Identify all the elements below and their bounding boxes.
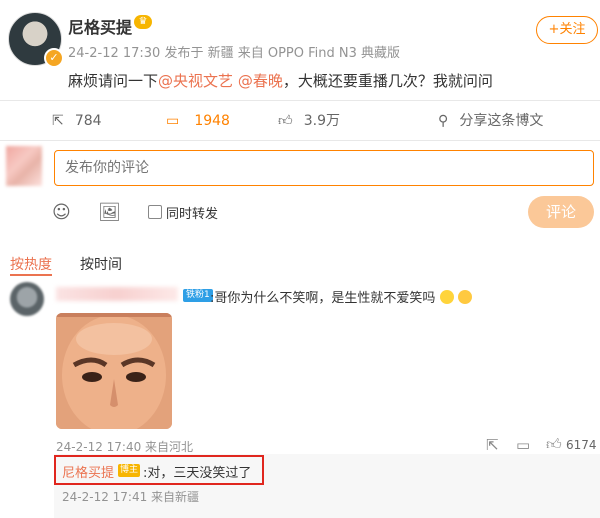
comment-count: 1948 (194, 113, 230, 129)
reply-text: :对，三天没笑过了 (143, 466, 252, 481)
comment-input[interactable] (54, 150, 594, 186)
like-count: 3.9万 (303, 113, 340, 129)
forward-count: 784 (74, 113, 102, 129)
submit-comment-button[interactable]: 评论 (528, 196, 594, 228)
repost-label: 同时转发 (166, 207, 219, 222)
comment-icon[interactable]: ▭ (516, 436, 530, 454)
emoji-icon[interactable]: ☺ (52, 202, 71, 223)
verified-icon: ✓ (44, 48, 64, 68)
divider (0, 140, 600, 141)
commenter-name[interactable] (56, 287, 178, 301)
forward-icon: ⇱ (52, 113, 64, 129)
author-name[interactable]: 尼格买提 (68, 14, 132, 38)
post-text-prefix: 麻烦请问一下 (68, 72, 159, 90)
repost-checkbox[interactable] (148, 205, 162, 219)
active-tab-indicator (10, 274, 52, 276)
comment-action[interactable]: ▭ 1948 (166, 110, 230, 129)
face-image (56, 313, 172, 429)
comment-icon: ▭ (166, 113, 180, 129)
forward-icon[interactable]: ⇱ (486, 436, 499, 454)
comment-image[interactable] (56, 313, 172, 429)
grimace-emoji-icon (457, 290, 472, 304)
mention-link[interactable]: @春晚 (238, 72, 283, 90)
follow-button[interactable]: +关注 (536, 16, 598, 44)
like-action[interactable]: 👍︎ 3.9万 (278, 110, 340, 130)
fan-badge: 铁粉1 (183, 289, 213, 302)
crown-icon: ♛ (134, 15, 152, 29)
reply-author[interactable]: 尼格买提 (62, 462, 114, 481)
share-icon: ⚲ (438, 113, 449, 129)
host-badge: 博主 (118, 464, 141, 477)
share-action[interactable]: ⚲ 分享这条博文 (438, 110, 543, 130)
user-avatar (6, 146, 42, 186)
comment-like-count: 6174 (566, 438, 597, 452)
divider (0, 100, 600, 101)
post-text-suffix: ，大概还要重播几次？我就问问 (282, 72, 493, 90)
image-icon[interactable]: 🖼︎ (98, 202, 121, 223)
comment-meta: 24-2-12 17:40 来自河北 (56, 440, 194, 454)
shocked-emoji-icon (439, 290, 454, 304)
mention-link[interactable]: @央视文艺 (158, 72, 233, 90)
comment-text-body: :哥你为什么不笑啊，是生性就不爱笑吗 (210, 291, 436, 306)
reply-meta: 24-2-12 17:41 来自新疆 (62, 490, 200, 504)
forward-action[interactable]: ⇱ 784 (52, 110, 102, 129)
comment-text: :哥你为什么不笑啊，是生性就不爱笑吗 (210, 287, 472, 306)
post-meta: 24-2-12 17:30 发布于 新疆 来自 OPPO Find N3 典藏版 (68, 46, 401, 61)
tab-sort-hot[interactable]: 按热度 (10, 254, 52, 274)
commenter-avatar[interactable] (10, 282, 44, 316)
thumb-up-icon: 👍︎ (278, 113, 293, 129)
post-text: 麻烦请问一下@央视文艺 @春晚，大概还要重播几次？我就问问 (68, 70, 493, 91)
thumb-up-icon[interactable]: 👍︎ (546, 435, 562, 454)
share-label: 分享这条博文 (459, 113, 544, 129)
tab-sort-time[interactable]: 按时间 (80, 254, 122, 274)
